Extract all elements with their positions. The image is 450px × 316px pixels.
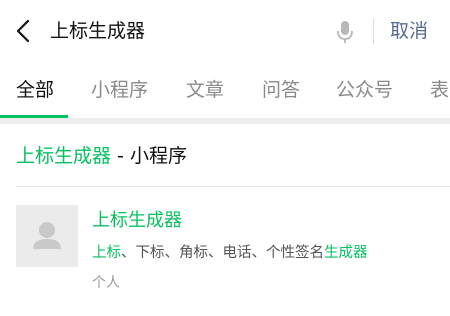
desc-middle: 、下标、角标、电话、个性签名 (121, 245, 324, 261)
section-title: 上标生成器 - 小程序 (16, 142, 187, 170)
search-bar: 上标生成器 取消 (0, 0, 450, 62)
tab-all[interactable]: 全部 (16, 76, 54, 104)
tab-qa[interactable]: 问答 (262, 76, 300, 104)
tab-emoji[interactable]: 表 (430, 76, 449, 104)
desc-highlight-1: 上标 (92, 245, 121, 261)
back-arrow-icon[interactable] (12, 18, 36, 44)
tab-articles[interactable]: 文章 (186, 76, 224, 104)
section-title-highlight: 上标生成器 (16, 145, 112, 167)
search-input[interactable]: 上标生成器 (50, 17, 145, 45)
tab-official-accounts[interactable]: 公众号 (336, 76, 393, 104)
cancel-button[interactable]: 取消 (390, 17, 428, 45)
search-divider (373, 19, 374, 44)
category-tabs: 全部 小程序 文章 问答 公众号 表 (0, 62, 450, 118)
result-type: 个人 (92, 275, 120, 291)
section-title-rest: - 小程序 (111, 145, 187, 167)
section-separator (0, 118, 450, 124)
microphone-icon[interactable] (334, 18, 356, 46)
result-description: 上标、下标、角标、电话、个性签名生成器 (92, 242, 368, 264)
result-title[interactable]: 上标生成器 (92, 207, 182, 235)
result-thumbnail[interactable] (16, 205, 78, 267)
avatar-placeholder-icon (33, 222, 61, 249)
desc-highlight-2: 生成器 (324, 245, 368, 261)
divider (16, 186, 450, 187)
tab-mini-program[interactable]: 小程序 (91, 76, 148, 104)
